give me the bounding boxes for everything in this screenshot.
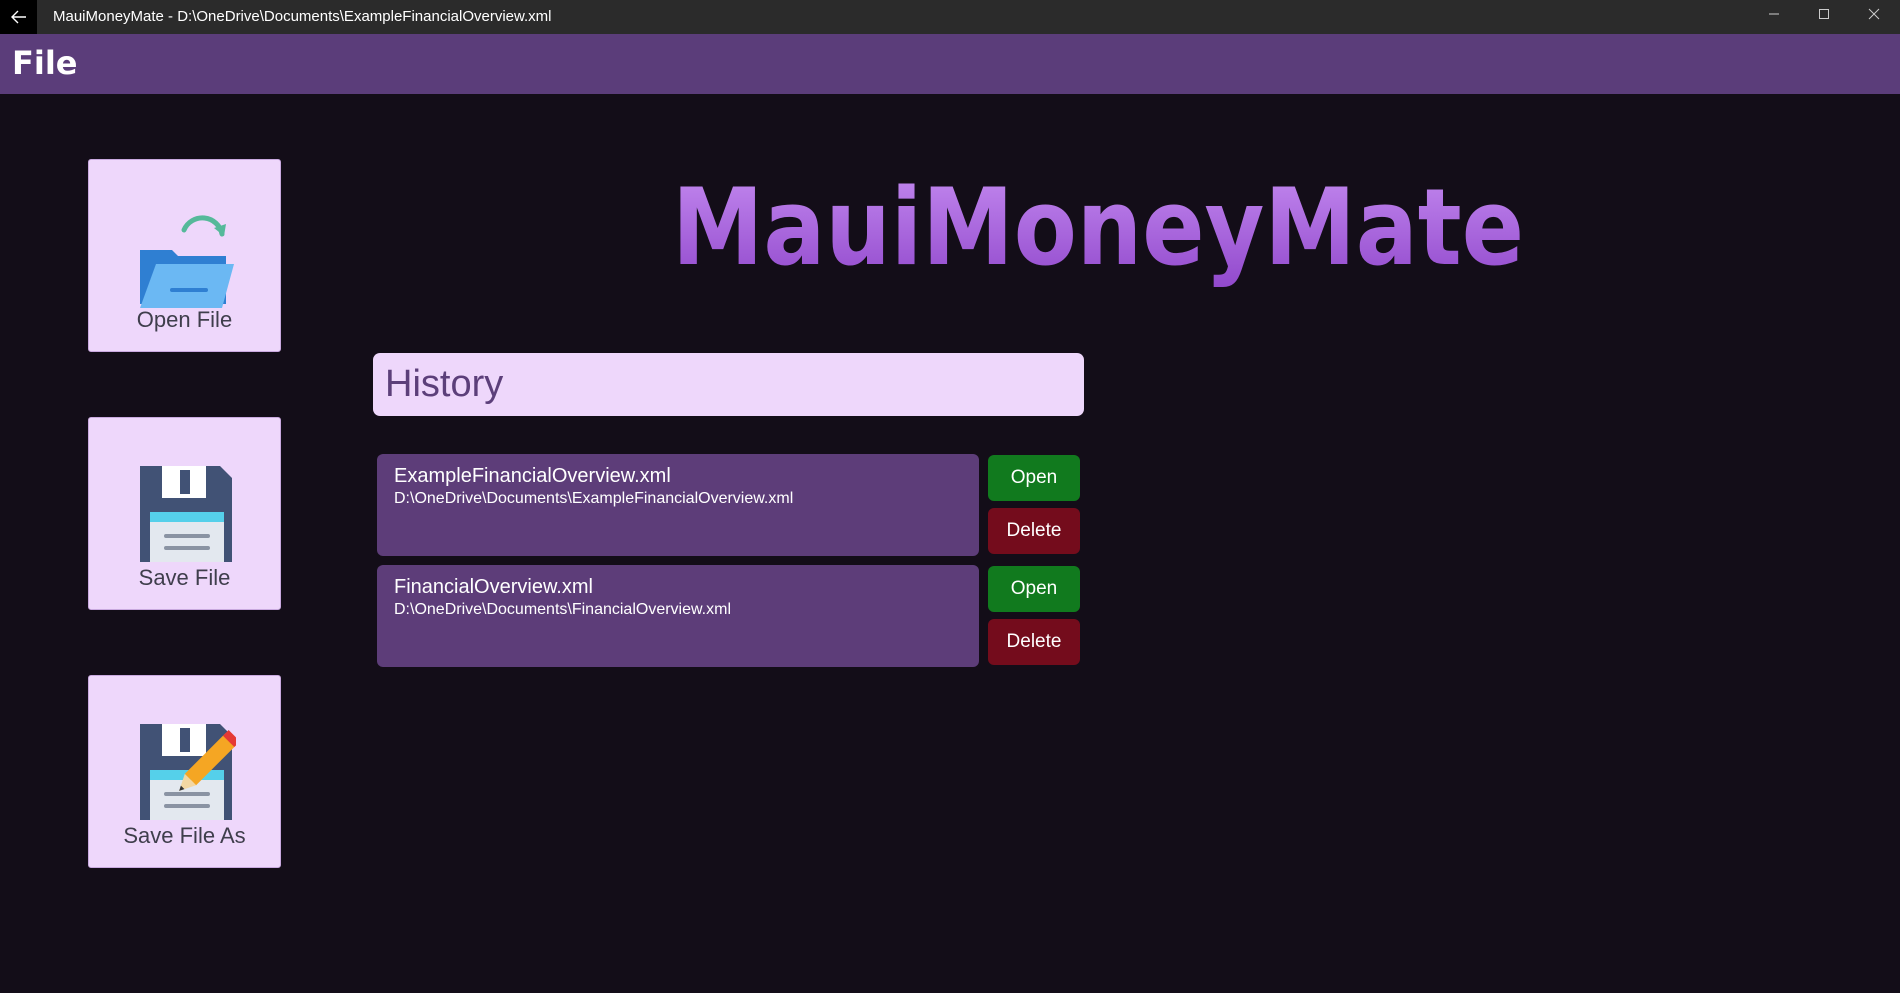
back-button[interactable] [0, 0, 37, 34]
save-file-label: Save File [138, 565, 231, 590]
window-title: MauiMoneyMate - D:\OneDrive\Documents\Ex… [53, 8, 552, 25]
save-file-as-label: Save File As [123, 823, 246, 848]
maximize-button[interactable] [1799, 0, 1849, 28]
save-file-as-button[interactable]: Save File As [88, 675, 281, 868]
open-history-button[interactable]: Open [988, 566, 1080, 612]
history-item-path: D:\OneDrive\Documents\FinancialOverview.… [394, 601, 731, 618]
open-file-label: Open File [136, 307, 233, 332]
back-arrow-icon [10, 10, 26, 24]
open-file-button[interactable]: Open File [88, 159, 281, 352]
delete-history-button[interactable]: Delete [988, 508, 1080, 554]
history-item-name: ExampleFinancialOverview.xml [394, 465, 671, 487]
maximize-icon [1819, 9, 1829, 19]
history-item[interactable]: ExampleFinancialOverview.xml D:\OneDrive… [377, 454, 979, 556]
history-item-path: D:\OneDrive\Documents\ExampleFinancialOv… [394, 490, 794, 507]
history-item[interactable]: FinancialOverview.xml D:\OneDrive\Docume… [377, 565, 979, 667]
delete-history-button[interactable]: Delete [988, 619, 1080, 665]
app-logo-text: MauiMoneyMate [672, 172, 1524, 289]
page-title: File [12, 44, 78, 82]
history-title: History [385, 363, 504, 405]
save-file-button[interactable]: Save File [88, 417, 281, 610]
app-logo: MauiMoneyMate [672, 172, 1524, 289]
minimize-button[interactable] [1749, 0, 1799, 28]
close-button[interactable] [1849, 0, 1899, 28]
floppy-disk-icon [140, 466, 232, 562]
floppy-disk-pencil-icon [140, 724, 236, 820]
app-header: File [0, 34, 1900, 94]
folder-open-icon [140, 215, 234, 308]
history-header: History [373, 353, 1084, 416]
minimize-icon [1769, 13, 1779, 15]
history-item-name: FinancialOverview.xml [394, 576, 593, 598]
close-icon [1868, 8, 1880, 20]
window-title-bar: MauiMoneyMate - D:\OneDrive\Documents\Ex… [0, 0, 1900, 34]
open-history-button[interactable]: Open [988, 455, 1080, 501]
